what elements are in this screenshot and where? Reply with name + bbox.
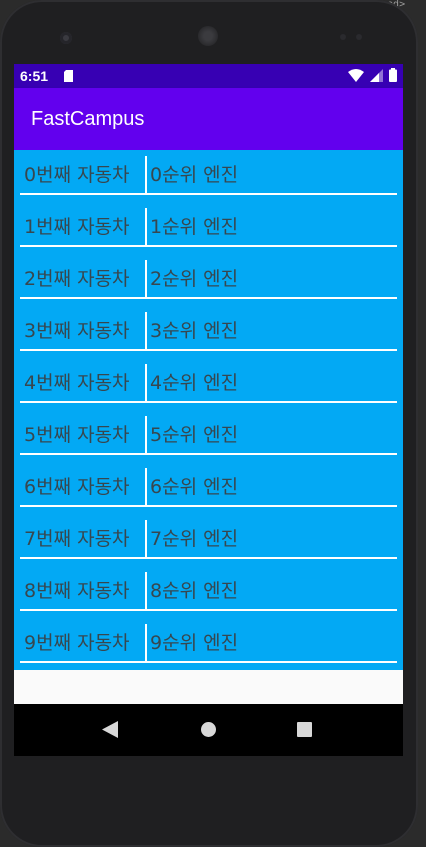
earpiece-speaker xyxy=(198,26,218,46)
engine-rank-text: 9순위 엔진 xyxy=(150,632,239,654)
row-divider xyxy=(20,349,397,351)
column-divider xyxy=(145,364,147,402)
list-item[interactable]: 5번째 자동차 5순위 엔진 xyxy=(14,410,403,462)
row-divider xyxy=(20,609,397,611)
sd-card-icon xyxy=(64,70,73,82)
column-divider xyxy=(145,520,147,558)
recents-icon[interactable] xyxy=(297,722,312,737)
column-divider xyxy=(145,624,147,662)
column-divider xyxy=(145,572,147,610)
front-camera xyxy=(60,32,72,44)
column-divider xyxy=(145,156,147,194)
list-item[interactable]: 7번째 자동차 7순위 엔진 xyxy=(14,514,403,566)
column-divider xyxy=(145,260,147,298)
signal-icon xyxy=(370,68,383,82)
device-screen: 6:51 FastCampus 0번째 자동차 0순위 엔진 1번째 자동차 1… xyxy=(14,64,403,756)
engine-rank-text: 4순위 엔진 xyxy=(150,372,239,394)
list-item[interactable]: 1번째 자동차 1순위 엔진 xyxy=(14,202,403,254)
car-name-text: 9번째 자동차 xyxy=(24,632,130,654)
row-divider xyxy=(20,245,397,247)
status-time: 6:51 xyxy=(20,68,49,84)
row-divider xyxy=(20,453,397,455)
list-item[interactable]: 6번째 자동차 6순위 엔진 xyxy=(14,462,403,514)
engine-rank-text: 3순위 엔진 xyxy=(150,320,239,342)
phone-frame: 6:51 FastCampus 0번째 자동차 0순위 엔진 1번째 자동차 1… xyxy=(0,0,418,847)
car-name-text: 4번째 자동차 xyxy=(24,372,130,394)
list-item[interactable]: 4번째 자동차 4순위 엔진 xyxy=(14,358,403,410)
car-name-text: 0번째 자동차 xyxy=(24,164,130,186)
app-title: FastCampus xyxy=(31,108,145,130)
list-item[interactable]: 3번째 자동차 3순위 엔진 xyxy=(14,306,403,358)
car-name-text: 8번째 자동차 xyxy=(24,580,130,602)
column-divider xyxy=(145,312,147,350)
list-item[interactable]: 2번째 자동차 2순위 엔진 xyxy=(14,254,403,306)
car-list[interactable]: 0번째 자동차 0순위 엔진 1번째 자동차 1순위 엔진 2번째 자동차 2순위 엔진 3… xyxy=(14,150,403,670)
row-divider xyxy=(20,661,397,663)
light-sensor xyxy=(356,34,362,40)
engine-rank-text: 1순위 엔진 xyxy=(150,216,239,238)
status-bar: 6:51 xyxy=(14,64,403,88)
car-name-text: 6번째 자동차 xyxy=(24,476,130,498)
engine-rank-text: 5순위 엔진 xyxy=(150,424,239,446)
row-divider xyxy=(20,401,397,403)
car-name-text: 2번째 자동차 xyxy=(24,268,130,290)
column-divider xyxy=(145,208,147,246)
wifi-icon xyxy=(348,68,364,82)
home-icon[interactable] xyxy=(201,722,216,737)
status-icons xyxy=(348,68,397,82)
proximity-sensor xyxy=(340,34,346,40)
row-divider xyxy=(20,297,397,299)
engine-rank-text: 0순위 엔진 xyxy=(150,164,239,186)
column-divider xyxy=(145,468,147,506)
list-item[interactable]: 8번째 자동차 8순위 엔진 xyxy=(14,566,403,618)
back-icon[interactable] xyxy=(102,721,118,738)
app-bar: FastCampus xyxy=(14,88,403,150)
navigation-bar xyxy=(14,704,403,756)
row-divider xyxy=(20,193,397,195)
row-divider xyxy=(20,505,397,507)
engine-rank-text: 2순위 엔진 xyxy=(150,268,239,290)
column-divider xyxy=(145,416,147,454)
car-name-text: 1번째 자동차 xyxy=(24,216,130,238)
car-name-text: 5번째 자동차 xyxy=(24,424,130,446)
engine-rank-text: 7순위 엔진 xyxy=(150,528,239,550)
engine-rank-text: 8순위 엔진 xyxy=(150,580,239,602)
list-item[interactable]: 0번째 자동차 0순위 엔진 xyxy=(14,150,403,202)
car-name-text: 7번째 자동차 xyxy=(24,528,130,550)
list-item[interactable]: 9번째 자동차 9순위 엔진 xyxy=(14,618,403,670)
row-divider xyxy=(20,557,397,559)
battery-icon xyxy=(389,68,397,82)
engine-rank-text: 6순위 엔진 xyxy=(150,476,239,498)
car-name-text: 3번째 자동차 xyxy=(24,320,130,342)
